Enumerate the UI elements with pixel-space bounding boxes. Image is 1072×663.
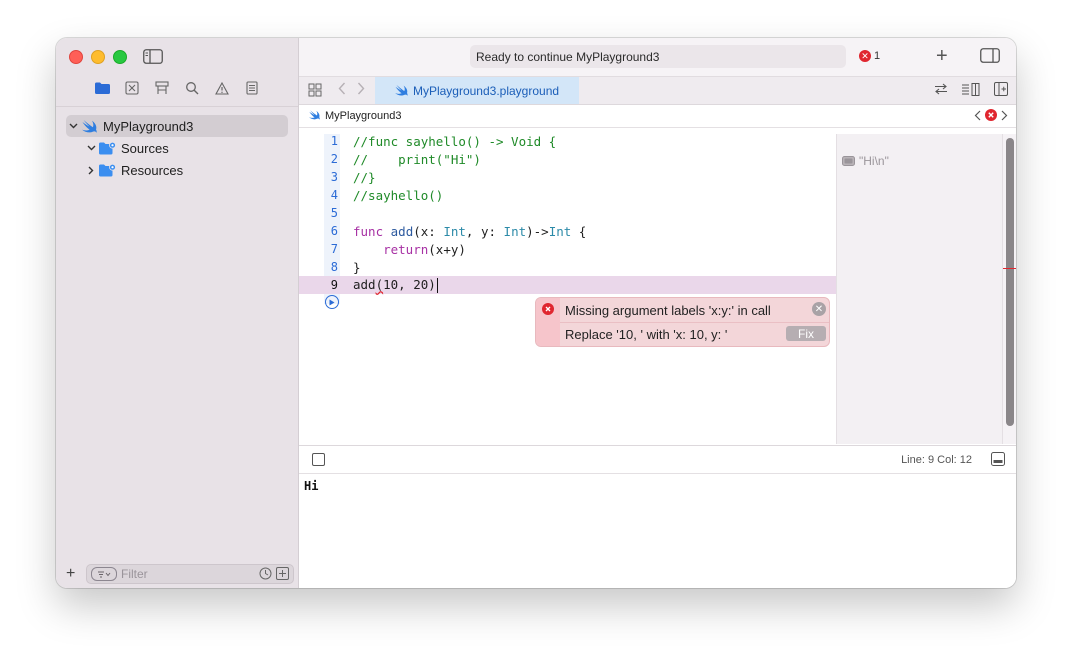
tree-item-label: Sources — [121, 140, 169, 156]
traffic-lights — [69, 50, 127, 64]
chevron-down-icon[interactable] — [84, 145, 98, 151]
add-file-button[interactable]: + — [66, 566, 80, 582]
inspector-toggle-icon[interactable] — [980, 48, 1000, 66]
code-line[interactable]: 8} — [299, 258, 836, 276]
zoom-window-button[interactable] — [113, 50, 127, 64]
console-text: Hi — [304, 479, 319, 493]
sidebar-toggle-icon[interactable] — [143, 49, 163, 67]
error-icon — [542, 303, 554, 315]
error-count-badge[interactable]: ✕ 1 — [859, 50, 880, 62]
scroll-thumb[interactable] — [1006, 138, 1014, 426]
chevron-down-icon[interactable] — [66, 123, 80, 129]
run-play-icon[interactable] — [325, 295, 339, 309]
next-issue-icon[interactable] — [1001, 110, 1008, 124]
folder-icon — [98, 141, 116, 155]
fix-suggestion[interactable]: Replace '10, ' with 'x: 10, y: ' — [565, 327, 727, 342]
library-plus-button[interactable]: + — [936, 46, 948, 66]
xcode-window: MyPlayground3 Sources Resources + Filter — [56, 38, 1016, 588]
project-tree: MyPlayground3 Sources Resources — [56, 115, 298, 181]
editor-scrollbar[interactable] — [1002, 134, 1016, 444]
window-toolbar: Ready to continue MyPlayground3 ✕ 1 + — [299, 38, 1016, 77]
code-line[interactable]: 2// print("Hi") — [299, 150, 836, 168]
results-sidebar: "Hi\n" — [836, 134, 1003, 444]
tab-playground[interactable]: MyPlayground3.playground — [375, 77, 579, 104]
fix-button[interactable]: Fix — [786, 326, 826, 341]
add-editor-icon[interactable] — [994, 82, 1008, 99]
result-value[interactable]: "Hi\n" — [842, 154, 889, 168]
code-line[interactable]: 6 func add(x: Int, y: Int)->Int { — [299, 222, 836, 240]
jump-bar: MyPlayground3 — [299, 105, 1016, 128]
swift-icon — [80, 119, 98, 133]
error-icon: ✕ — [859, 50, 871, 62]
code-line-current[interactable]: 9 add(10, 20) — [299, 276, 836, 294]
filter-options-icon[interactable] — [91, 567, 117, 581]
related-items-grid-icon[interactable] — [308, 83, 322, 100]
scm-filter-icon[interactable] — [276, 567, 289, 583]
filter-placeholder: Filter — [121, 567, 148, 581]
navigator-sidebar: MyPlayground3 Sources Resources + Filter — [56, 38, 299, 588]
recent-files-icon[interactable] — [259, 567, 272, 583]
source-control-icon[interactable] — [124, 80, 140, 96]
error-count: 1 — [874, 50, 881, 62]
console-output[interactable]: Hi — [299, 474, 1016, 588]
quick-look-icon[interactable] — [842, 156, 855, 166]
show-debug-area-checkbox[interactable] — [312, 453, 325, 466]
swap-arrows-icon[interactable] — [934, 83, 948, 98]
warning-icon[interactable] — [214, 80, 230, 96]
swift-icon — [395, 85, 408, 96]
debug-area-toggle-icon[interactable] — [991, 452, 1005, 469]
code-line[interactable]: 5 — [299, 204, 836, 222]
chevron-left-icon[interactable] — [338, 82, 346, 98]
error-popup: Missing argument labels 'x:y:' in call R… — [535, 297, 830, 347]
chevron-right-icon[interactable] — [84, 166, 98, 175]
error-marker — [1003, 268, 1016, 269]
debug-bar: Line: 9 Col: 12 — [299, 445, 1016, 474]
close-popup-icon[interactable]: ✕ — [812, 302, 826, 316]
text-cursor — [436, 278, 438, 293]
filter-bar: + Filter — [56, 560, 298, 588]
code-line[interactable]: 7 return(x+y) — [299, 240, 836, 258]
minimize-window-button[interactable] — [91, 50, 105, 64]
editor-area: Ready to continue MyPlayground3 ✕ 1 + My… — [299, 38, 1016, 588]
close-window-button[interactable] — [69, 50, 83, 64]
activity-status: Ready to continue MyPlayground3 — [470, 45, 846, 68]
tree-item-playground[interactable]: MyPlayground3 — [66, 115, 288, 137]
report-icon[interactable] — [244, 80, 260, 96]
code-line[interactable]: 3//} — [299, 168, 836, 186]
sidebar-divider — [56, 106, 298, 107]
editor-options-icon[interactable] — [962, 82, 980, 99]
issue-error-icon[interactable] — [985, 109, 997, 124]
tree-item-label: MyPlayground3 — [103, 118, 194, 134]
code-line[interactable]: 4//sayhello() — [299, 186, 836, 204]
error-message: Missing argument labels 'x:y:' in call — [565, 303, 771, 318]
folder-icon[interactable] — [94, 80, 110, 96]
code-line[interactable]: 1//func sayhello() -> Void { — [299, 132, 836, 150]
tree-item-label: Resources — [121, 162, 184, 178]
previous-issue-icon[interactable] — [974, 110, 981, 124]
editor-tab-bar: MyPlayground3.playground — [299, 77, 1016, 105]
tree-item-resources[interactable]: Resources — [56, 159, 298, 181]
filter-input[interactable]: Filter — [86, 564, 294, 584]
swift-icon — [309, 109, 320, 123]
tree-item-sources[interactable]: Sources — [56, 137, 298, 159]
search-icon[interactable] — [184, 80, 200, 96]
tab-label: MyPlayground3.playground — [412, 83, 560, 98]
chevron-right-icon[interactable] — [357, 82, 365, 98]
jump-bar-path[interactable]: MyPlayground3 — [325, 110, 401, 122]
cursor-position: Line: 9 Col: 12 — [901, 454, 972, 466]
symbol-hierarchy-icon[interactable] — [154, 80, 170, 96]
source-editor[interactable]: 1//func sayhello() -> Void { 2// print("… — [299, 128, 836, 444]
navigator-selector-bar — [56, 80, 298, 102]
folder-icon — [98, 163, 116, 177]
